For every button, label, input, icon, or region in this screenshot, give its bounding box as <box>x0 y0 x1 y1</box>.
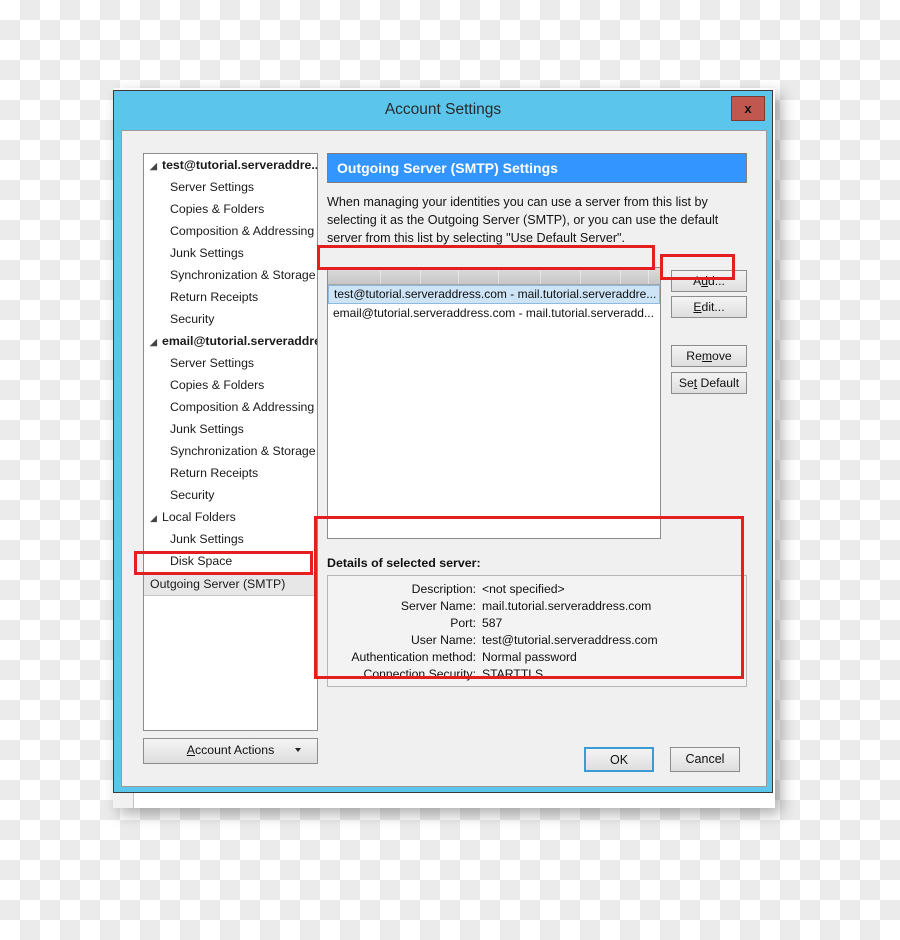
sidebar-item-server-settings-2[interactable]: Server Settings <box>144 352 317 374</box>
detail-value: mail.tutorial.serveraddress.com <box>482 599 652 613</box>
detail-row-server-name: Server Name: mail.tutorial.serveraddress… <box>328 598 746 615</box>
ok-button[interactable]: OK <box>584 747 654 772</box>
sidebar-item-account-email[interactable]: ◢email@tutorial.serveraddres... <box>144 330 317 352</box>
sidebar-item-label: email@tutorial.serveraddres... <box>162 334 317 348</box>
smtp-server-list[interactable]: test@tutorial.serveraddress.com - mail.t… <box>327 267 661 539</box>
detail-row-connection-security: Connection Security: STARTTLS <box>328 666 746 683</box>
account-actions-button[interactable]: Account Actions <box>143 738 318 764</box>
twisty-icon[interactable]: ◢ <box>150 331 162 352</box>
sidebar-item-junk-settings-1[interactable]: Junk Settings <box>144 242 317 264</box>
detail-label: Connection Security: <box>363 667 476 681</box>
detail-value: test@tutorial.serveraddress.com <box>482 633 658 647</box>
sidebar-item-label: test@tutorial.serveraddre... <box>162 158 317 172</box>
list-item[interactable]: email@tutorial.serveraddress.com - mail.… <box>328 304 660 323</box>
sidebar-item-junk-settings-3[interactable]: Junk Settings <box>144 528 317 550</box>
chevron-down-icon[interactable] <box>295 748 301 752</box>
detail-label: Description: <box>411 582 476 596</box>
sidebar-item-synchronization-storage-2[interactable]: Synchronization & Storage <box>144 440 317 462</box>
sidebar-item-server-settings-1[interactable]: Server Settings <box>144 176 317 198</box>
add-button[interactable]: Add... <box>671 270 747 292</box>
detail-row-description: Description: <not specified> <box>328 581 746 598</box>
detail-value: <not specified> <box>482 582 565 596</box>
sidebar-item-synchronization-storage-1[interactable]: Synchronization & Storage <box>144 264 317 286</box>
remove-button[interactable]: Remove <box>671 345 747 367</box>
sidebar-item-copies-folders-1[interactable]: Copies & Folders <box>144 198 317 220</box>
detail-value: Normal password <box>482 650 577 664</box>
sidebar-item-junk-settings-2[interactable]: Junk Settings <box>144 418 317 440</box>
sidebar-item-label: Local Folders <box>162 510 236 524</box>
sidebar-item-account-test[interactable]: ◢ test@tutorial.serveraddre... <box>144 154 317 176</box>
intro-text: When managing your identities you can us… <box>327 195 719 245</box>
detail-row-port: Port: 587 <box>328 615 746 632</box>
account-tree[interactable]: ◢ test@tutorial.serveraddre... Server Set… <box>143 153 318 731</box>
sidebar-item-return-receipts-1[interactable]: Return Receipts <box>144 286 317 308</box>
sidebar-item-local-folders[interactable]: ◢ Local Folders <box>144 506 317 528</box>
main-panel: Outgoing Server (SMTP) Settings When man… <box>327 153 747 247</box>
list-item[interactable]: test@tutorial.serveraddress.com - mail.t… <box>328 285 660 304</box>
sidebar-item-return-receipts-2[interactable]: Return Receipts <box>144 462 317 484</box>
sidebar-item-outgoing-server-smtp[interactable]: Outgoing Server (SMTP) <box>144 572 317 596</box>
sidebar-item-security-2[interactable]: Security <box>144 484 317 506</box>
sidebar-item-composition-addressing-2[interactable]: Composition & Addressing <box>144 396 317 418</box>
detail-row-user-name: User Name: test@tutorial.serveraddress.c… <box>328 632 746 649</box>
account-settings-dialog: Account Settings x ◢ test@tutorial.server… <box>113 90 773 793</box>
section-title: Outgoing Server (SMTP) Settings <box>327 153 747 183</box>
list-column-header <box>328 268 660 285</box>
twisty-icon[interactable]: ◢ <box>150 507 162 528</box>
cancel-button[interactable]: Cancel <box>670 747 740 772</box>
sidebar-item-disk-space[interactable]: Disk Space <box>144 550 317 572</box>
detail-value: 587 <box>482 616 503 630</box>
detail-label: Port: <box>450 616 476 630</box>
set-default-button[interactable]: Set Default <box>671 372 747 394</box>
edit-button[interactable]: Edit... <box>671 296 747 318</box>
sidebar-item-security-1[interactable]: Security <box>144 308 317 330</box>
details-panel: Details of selected server: Description:… <box>327 556 747 687</box>
dialog-titlebar: Account Settings x <box>121 96 765 130</box>
account-actions-label: Account Actions <box>186 743 275 757</box>
twisty-icon[interactable]: ◢ <box>150 155 162 176</box>
details-title: Details of selected server: <box>327 556 481 570</box>
server-list-region: test@tutorial.serveraddress.com - mail.t… <box>327 267 747 539</box>
detail-label: Server Name: <box>400 599 476 613</box>
dialog-title: Account Settings <box>384 101 502 118</box>
detail-label: User Name: <box>410 633 476 647</box>
detail-label: Authentication method: <box>351 650 476 664</box>
detail-value: STARTTLS <box>482 667 544 681</box>
close-icon[interactable]: x <box>731 96 765 121</box>
details-box: Description: <not specified> Server Name… <box>327 575 747 687</box>
sidebar-item-composition-addressing-1[interactable]: Composition & Addressing <box>144 220 317 242</box>
dialog-client-area: ◢ test@tutorial.serveraddre... Server Set… <box>121 130 767 787</box>
sidebar-item-copies-folders-2[interactable]: Copies & Folders <box>144 374 317 396</box>
detail-row-auth-method: Authentication method: Normal password <box>328 649 746 666</box>
